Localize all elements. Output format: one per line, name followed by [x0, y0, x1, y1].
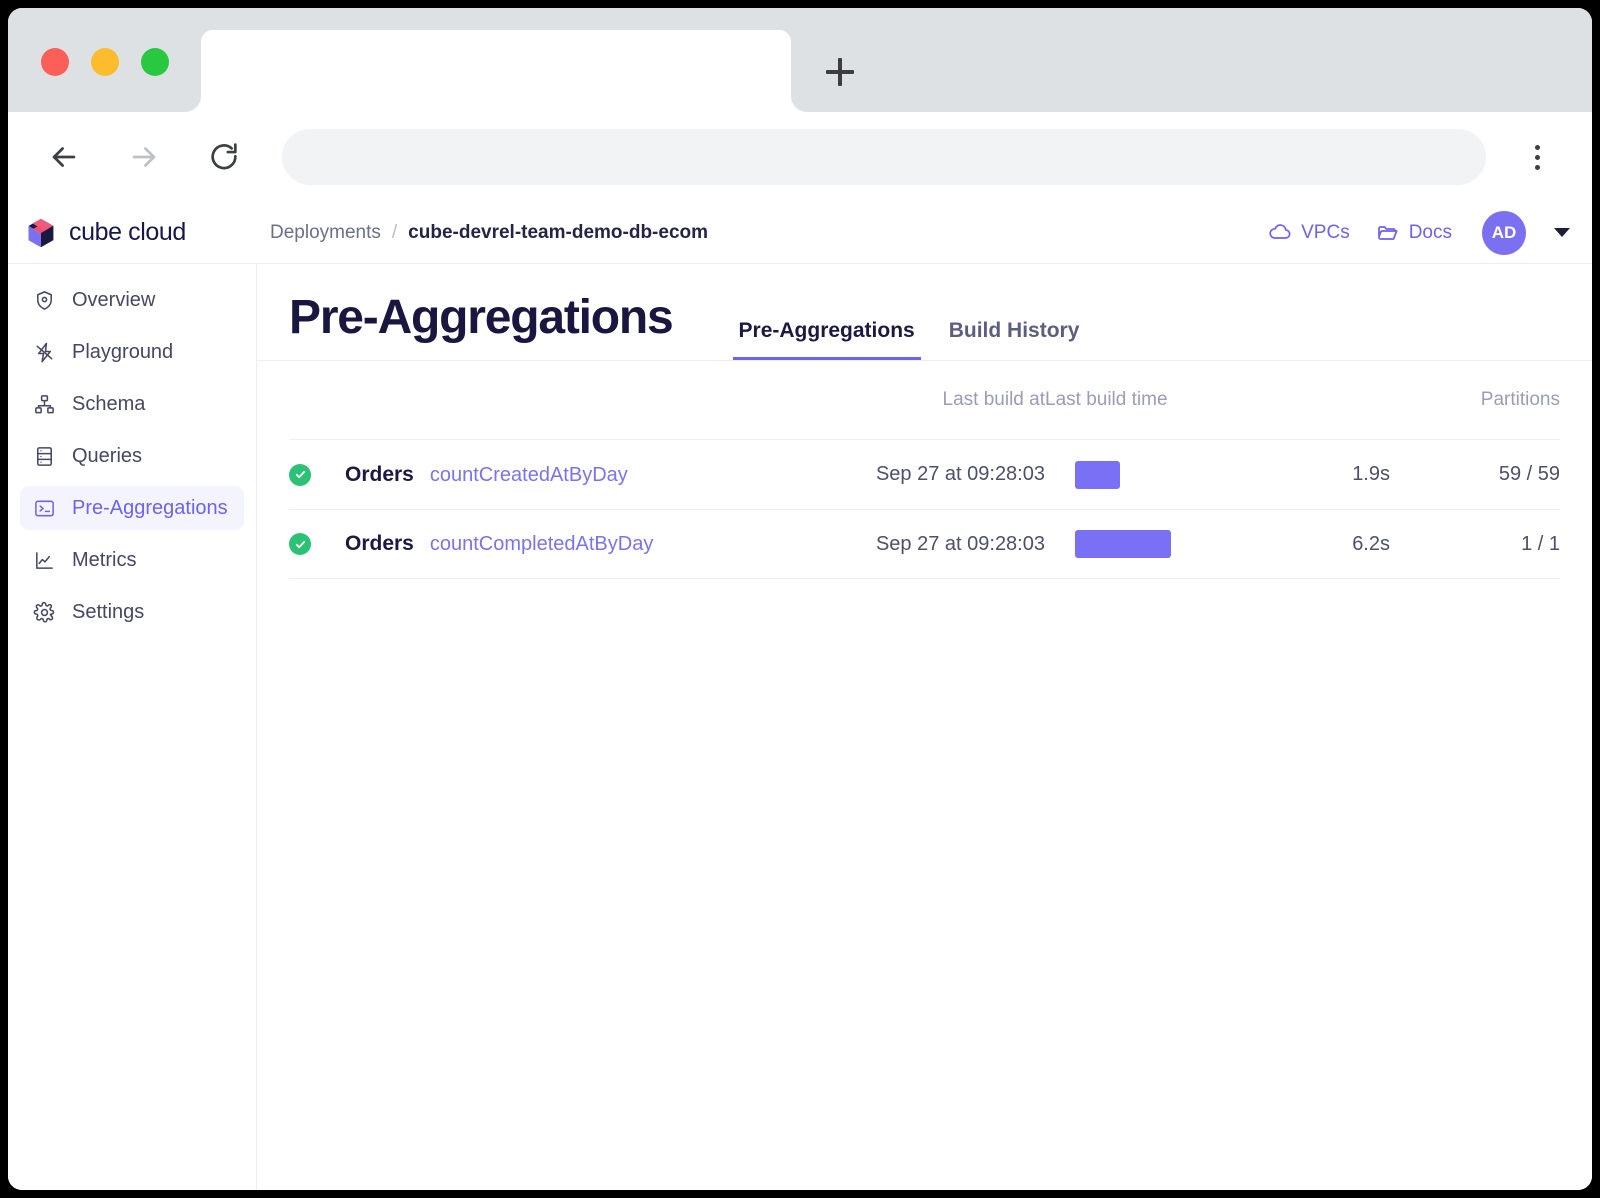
- row-name: Orders countCompletedAtByDay: [345, 532, 795, 556]
- browser-toolbar: [8, 112, 1592, 202]
- chevron-down-icon[interactable]: [1554, 228, 1570, 237]
- pre-aggregations-table: Last build at Last build time Partitions: [257, 361, 1592, 1190]
- browser-menu-button[interactable]: [1508, 128, 1566, 186]
- breadcrumb-separator: /: [391, 221, 398, 243]
- sidebar-item-overview[interactable]: Overview: [20, 278, 244, 322]
- breadcrumb-current-deployment: cube-devrel-team-demo-db-ecom: [408, 221, 709, 243]
- window-traffic-lights: [41, 48, 169, 76]
- sidebar-item-label: Settings: [72, 600, 145, 623]
- sidebar-item-label: Playground: [72, 340, 174, 363]
- folder-icon: [1377, 225, 1398, 240]
- reload-button[interactable]: [198, 131, 250, 183]
- arrow-left-icon: [52, 147, 76, 167]
- content-tabs: Pre-Aggregations Build History: [732, 319, 1086, 360]
- cube-name: Orders: [345, 532, 414, 555]
- app-body: Overview Playground Schema Queries Pre-A…: [8, 264, 1592, 1190]
- cube-cloud-app: cube cloud Deployments / cube-devrel-tea…: [8, 202, 1592, 1190]
- chart-line-icon: [32, 548, 56, 572]
- app-logo-text: cube cloud: [69, 218, 186, 246]
- address-bar[interactable]: [282, 129, 1486, 185]
- vpcs-link[interactable]: VPCs: [1268, 221, 1350, 245]
- terminal-icon: [32, 496, 56, 520]
- cloud-icon: [1269, 223, 1291, 239]
- table-row[interactable]: Orders countCreatedAtByDay Sep 27 at 09:…: [289, 439, 1560, 509]
- sidebar-item-metrics[interactable]: Metrics: [20, 538, 244, 582]
- close-window-button[interactable]: [41, 48, 69, 76]
- shield-icon: [32, 288, 56, 312]
- row-last-build-at: Sep 27 at 09:28:03: [875, 463, 1045, 485]
- tab-build-history[interactable]: Build History: [943, 319, 1086, 360]
- sidebar-item-queries[interactable]: Queries: [20, 434, 244, 478]
- row-last-build-time: 1.9s: [1352, 463, 1390, 485]
- sidebar: Overview Playground Schema Queries Pre-A…: [8, 264, 257, 1190]
- breadcrumb-deployments[interactable]: Deployments: [270, 222, 381, 244]
- preaggregation-name[interactable]: countCreatedAtByDay: [430, 464, 628, 487]
- sidebar-item-playground[interactable]: Playground: [20, 330, 244, 374]
- build-time-bar: [1075, 460, 1120, 489]
- app-header: cube cloud Deployments / cube-devrel-tea…: [8, 202, 1592, 264]
- table-header-row: Last build at Last build time Partitions: [289, 361, 1560, 439]
- vpcs-label: VPCs: [1301, 221, 1350, 243]
- status-success-icon: [289, 463, 311, 486]
- sidebar-item-label: Queries: [72, 444, 143, 467]
- tab-corner-right: [791, 96, 807, 112]
- avatar[interactable]: AD: [1482, 210, 1526, 255]
- docs-label: Docs: [1408, 221, 1452, 243]
- lightning-icon: [32, 340, 56, 364]
- menu-dot-icon: [1534, 164, 1540, 170]
- table-row[interactable]: Orders countCompletedAtByDay Sep 27 at 0…: [289, 509, 1560, 579]
- forward-button[interactable]: [118, 131, 170, 183]
- docs-link[interactable]: Docs: [1376, 221, 1452, 245]
- column-header-partitions: Partitions: [1480, 389, 1560, 410]
- sidebar-item-label: Schema: [72, 392, 146, 415]
- sidebar-item-schema[interactable]: Schema: [20, 382, 244, 426]
- breadcrumb: Deployments / cube-devrel-team-demo-db-e…: [270, 222, 708, 244]
- tab-corner-left: [185, 96, 201, 112]
- cube-logo-icon: [28, 218, 54, 247]
- row-build-time-bar-cell: [1045, 460, 1245, 489]
- row-partitions: 59 / 59: [1498, 463, 1560, 485]
- row-status: [289, 533, 345, 555]
- preaggregation-name[interactable]: countCompletedAtByDay: [430, 533, 653, 556]
- minimize-window-button[interactable]: [91, 48, 119, 76]
- new-tab-button[interactable]: [813, 46, 867, 98]
- schema-icon: [32, 392, 56, 416]
- status-success-icon: [289, 533, 311, 555]
- row-last-build-time: 6.2s: [1352, 532, 1390, 555]
- database-icon: [32, 444, 56, 468]
- menu-dot-icon: [1534, 154, 1540, 160]
- sidebar-item-label: Metrics: [72, 548, 137, 571]
- app-logo[interactable]: cube cloud: [24, 216, 254, 250]
- gear-icon: [32, 600, 56, 624]
- page-title: Pre-Aggregations: [289, 291, 674, 344]
- arrow-right-icon: [132, 147, 156, 167]
- maximize-window-button[interactable]: [141, 48, 169, 76]
- column-header-last-build-at: Last build at: [942, 389, 1045, 410]
- main-content: Pre-Aggregations Pre-Aggregations Build …: [257, 264, 1592, 1190]
- sidebar-item-settings[interactable]: Settings: [20, 590, 244, 634]
- sidebar-item-pre-aggregations[interactable]: Pre-Aggregations: [20, 486, 244, 530]
- reload-icon: [211, 143, 237, 170]
- tab-pre-aggregations[interactable]: Pre-Aggregations: [732, 319, 921, 360]
- menu-dot-icon: [1534, 144, 1540, 150]
- browser-tab-active[interactable]: [201, 30, 791, 112]
- back-button[interactable]: [38, 131, 90, 183]
- browser-window: cube cloud Deployments / cube-devrel-tea…: [8, 8, 1592, 1190]
- sidebar-item-label: Overview: [72, 288, 156, 311]
- row-build-time-bar-cell: [1045, 530, 1245, 558]
- build-time-bar: [1075, 530, 1171, 558]
- browser-tab-strip: [8, 8, 1592, 112]
- row-status: [289, 463, 345, 486]
- row-name: Orders countCreatedAtByDay: [345, 463, 795, 487]
- sidebar-item-label: Pre-Aggregations: [72, 496, 228, 519]
- row-last-build-at: Sep 27 at 09:28:03: [875, 532, 1045, 555]
- cube-name: Orders: [345, 462, 414, 486]
- content-header: Pre-Aggregations Pre-Aggregations Build …: [257, 264, 1592, 361]
- column-header-last-build-time: Last build time: [1045, 389, 1168, 410]
- row-partitions: 1 / 1: [1521, 532, 1560, 555]
- plus-icon: [826, 58, 854, 86]
- header-actions: VPCs Docs AD: [1268, 210, 1570, 255]
